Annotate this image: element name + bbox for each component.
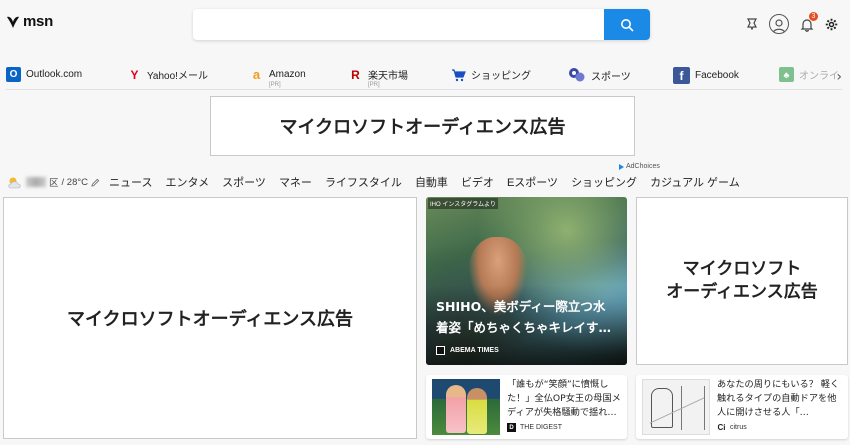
news-headline: 「誰もが“笑顔”に憤慨した！」全仏OP女王の母国メディアが失格騒動で揺れ… [507,379,621,418]
yahoo-icon: Y [130,67,139,82]
user-icon [772,19,786,33]
quick-link-label: Outlook.com [26,69,83,80]
quick-link-label: Amazon [269,69,306,80]
quick-link-label: スポーツ [591,71,631,83]
ad-text: マイクロソフト オーディエンス広告 [666,259,818,302]
rewards-icon[interactable] [746,18,758,30]
weather-temp: / 28°C [61,176,89,188]
source-name: ABEMA TIMES [450,347,499,354]
category-nav: ニュース エンタメ スポーツ マネー ライフスタイル 自動車 ビデオ Eスポーツ… [109,174,740,190]
quick-link-sports[interactable]: スポーツ [568,67,631,83]
amazon-icon: a [252,67,261,82]
ad-banner-right[interactable]: マイクロソフト オーディエンス広告 [636,197,848,365]
source-logo: Ci [717,423,726,432]
weather-location-suffix: 区 [49,178,59,189]
game-icon: ♣ [779,67,794,82]
hero-headline: SHIHO、美ボディー際立つ水 着姿「めちゃくちゃキレイす… [436,299,612,335]
nav-item-autos[interactable]: 自動車 [415,174,448,190]
gear-icon[interactable] [825,18,838,31]
nav-item-esports[interactable]: Eスポーツ [507,174,558,190]
msn-homepage: msn 3 O Outlook.com Y Yahoo!メール a Amazon… [0,0,850,445]
quick-link-yahoo[interactable]: Y Yahoo!メール [127,67,208,83]
news-headline: あなたの周りにもいる？ 軽く触れるタイプの自動ドアを他人に開けさせる人「… [717,379,840,418]
quick-link-label: オンライ [799,71,839,82]
nav-item-sports[interactable]: スポーツ [222,174,266,190]
outlook-icon: O [6,67,21,82]
quick-link-label: ショッピング [471,71,531,82]
search-input[interactable] [193,9,603,40]
search-bar [193,9,650,40]
ad-banner-top[interactable]: マイクロソフトオーディエンス広告 [210,96,635,156]
source-logo [436,346,445,355]
pr-label: [PR] [368,82,380,88]
source-logo: D [507,423,516,432]
facebook-icon: f [673,67,690,84]
adchoices-link[interactable]: AdChoices [619,163,660,170]
quick-link-online-games[interactable]: ♣ オンライ [779,67,839,82]
hero-news-card[interactable]: IHO インスタグラムより SHIHO、美ボディー際立つ水 着姿「めちゃくちゃキ… [426,197,627,365]
quick-link-label: Yahoo!メール [147,71,208,82]
news-source: Ci citrus [717,423,747,432]
search-button[interactable] [604,9,650,40]
msn-logo[interactable]: msn [6,13,53,30]
source-name: THE DIGEST [520,424,563,431]
news-thumbnail [432,379,500,435]
news-card-manga[interactable]: あなたの周りにもいる？ 軽く触れるタイプの自動ドアを他人に開けさせる人「… Ci… [636,375,848,439]
hero-source: ABEMA TIMES [436,346,499,355]
adchoices-label: AdChoices [626,163,660,170]
ad-banner-left[interactable]: マイクロソフトオーディエンス広告 [3,197,417,439]
quick-link-shopping[interactable]: ショッピング [451,67,531,82]
nav-item-casual-games[interactable]: カジュアル ゲーム [650,174,740,190]
adchoices-icon [619,163,624,170]
ad-text: マイクロソフトオーディエンス広告 [279,117,566,138]
msn-butterfly-icon [7,16,19,28]
search-icon [621,18,634,32]
pr-label: [PR] [269,82,281,88]
notifications-button[interactable]: 3 [800,12,818,32]
quick-link-label: Facebook [695,70,739,81]
weather-widget[interactable]: 区 / 28°C [7,175,100,189]
sports-icon [569,68,585,82]
cart-icon [452,68,466,81]
profile-avatar[interactable] [769,14,789,34]
nav-item-news[interactable]: ニュース [109,174,152,190]
quick-links-bar: O Outlook.com Y Yahoo!メール a Amazon [PR] … [6,64,842,90]
partly-cloudy-icon [8,177,21,188]
category-nav-row: 区 / 28°C ニュース エンタメ スポーツ マネー ライフスタイル 自動車 … [7,172,740,192]
chevron-right-icon[interactable]: › [836,69,842,85]
nav-item-video[interactable]: ビデオ [461,174,494,190]
logo-text: msn [23,13,53,30]
quick-link-rakuten[interactable]: R 楽天市場 [PR] [348,67,408,89]
source-name: citrus [730,424,747,431]
nav-item-shopping[interactable]: ショッピング [571,174,637,190]
quick-link-outlook[interactable]: O Outlook.com [6,67,82,82]
nav-item-money[interactable]: マネー [279,174,312,190]
quick-link-amazon[interactable]: a Amazon [PR] [249,67,306,88]
nav-item-entertainment[interactable]: エンタメ [165,174,209,190]
rakuten-icon: R [351,67,360,82]
news-card-tennis[interactable]: 「誰もが“笑顔”に憤慨した！」全仏OP女王の母国メディアが失格騒動で揺れ… D … [426,375,627,439]
ad-text: マイクロソフトオーディエンス広告 [66,309,354,330]
location-redacted [26,177,46,187]
quick-link-label: 楽天市場 [368,71,408,82]
notification-badge: 3 [809,12,818,21]
news-source: D THE DIGEST [507,423,562,432]
quick-link-facebook[interactable]: f Facebook [673,67,739,84]
header-actions: 3 [746,12,838,34]
news-thumbnail [642,379,710,435]
pencil-icon[interactable] [91,178,100,187]
image-credit: IHO インスタグラムより [428,198,498,209]
nav-item-lifestyle[interactable]: ライフスタイル [325,174,402,190]
